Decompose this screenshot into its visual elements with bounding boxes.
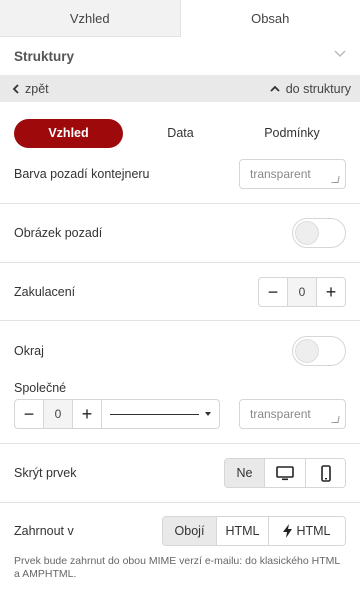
segmented-control: Vzhled Data Podmínky	[0, 102, 360, 160]
lightning-icon	[283, 524, 293, 538]
border-width-stepper[interactable]: − 0 +	[14, 399, 102, 429]
border-settings-row: − 0 + transparent	[0, 399, 360, 429]
section-title: Struktury	[14, 48, 75, 64]
resize-grip-icon	[331, 416, 340, 423]
hide-element-row: Skrýt prvek Ne	[0, 458, 360, 488]
hide-none-button[interactable]: Ne	[225, 459, 264, 487]
divider	[0, 203, 360, 204]
rounding-value[interactable]: 0	[287, 278, 317, 306]
toggle-knob	[295, 339, 319, 363]
background-image-row: Obrázek pozadí	[0, 218, 360, 248]
tab-obsah[interactable]: Obsah	[180, 0, 360, 37]
border-row: Okraj	[0, 336, 360, 366]
include-amphtml-button[interactable]: HTML	[268, 517, 345, 545]
tab-vzhled[interactable]: Vzhled	[0, 0, 181, 37]
include-html-button[interactable]: HTML	[216, 517, 268, 545]
toggle-knob	[295, 221, 319, 245]
up-to-structure-link[interactable]: do struktury	[270, 82, 351, 96]
divider	[0, 320, 360, 321]
divider	[0, 502, 360, 503]
mobile-icon[interactable]	[305, 459, 345, 487]
background-color-picker[interactable]: transparent	[239, 159, 346, 189]
include-both-button[interactable]: Obojí	[163, 517, 216, 545]
background-color-row: Barva pozadí kontejneru transparent	[0, 159, 360, 189]
section-header[interactable]: Struktury	[0, 37, 360, 75]
background-color-value: transparent	[250, 167, 311, 181]
nav-bar: zpět do struktury	[0, 75, 360, 102]
hide-element-options: Ne	[224, 458, 346, 488]
segment-podminky[interactable]: Podmínky	[238, 119, 346, 148]
desktop-icon[interactable]	[264, 459, 305, 487]
back-label: zpět	[25, 81, 49, 96]
include-in-hint: Prvek bude zahrnut do obou MIME verzí e-…	[14, 555, 340, 580]
divider	[0, 443, 360, 444]
border-common-label: Společné	[14, 381, 67, 395]
include-in-label: Zahrnout v	[14, 524, 74, 538]
up-label: do struktury	[285, 81, 351, 96]
line-style-preview	[110, 413, 199, 415]
hide-element-label: Skrýt prvek	[14, 466, 77, 480]
amphtml-label: HTML	[296, 524, 331, 538]
background-color-label: Barva pozadí kontejneru	[14, 167, 150, 181]
plus-button[interactable]: +	[73, 400, 101, 428]
border-color-picker[interactable]: transparent	[239, 399, 346, 429]
include-in-options: Obojí HTML HTML	[162, 516, 346, 546]
border-color-value: transparent	[250, 407, 311, 421]
caret-down-icon	[205, 412, 211, 416]
background-image-toggle[interactable]	[292, 218, 346, 248]
rounding-stepper[interactable]: − 0 +	[258, 277, 346, 307]
border-width-value[interactable]: 0	[43, 400, 73, 428]
segment-vzhled[interactable]: Vzhled	[14, 118, 123, 148]
border-common-row: Společné	[0, 379, 360, 397]
chevron-left-icon	[12, 83, 19, 94]
top-tabs: Vzhled Obsah	[0, 0, 360, 37]
rounding-label: Zakulacení	[14, 285, 76, 299]
border-toggle[interactable]	[292, 336, 346, 366]
background-image-label: Obrázek pozadí	[14, 226, 103, 240]
minus-button[interactable]: −	[15, 400, 43, 428]
divider	[0, 262, 360, 263]
back-link[interactable]: zpět	[12, 82, 49, 96]
border-style-select[interactable]	[102, 399, 220, 429]
border-label: Okraj	[14, 344, 44, 358]
include-in-row: Zahrnout v Obojí HTML HTML	[0, 516, 360, 546]
minus-button[interactable]: −	[259, 278, 287, 306]
segment-data[interactable]: Data	[123, 119, 238, 148]
chevron-down-icon[interactable]	[334, 50, 346, 62]
rounding-row: Zakulacení − 0 +	[0, 277, 360, 307]
resize-grip-icon	[331, 176, 340, 183]
border-width-group: − 0 +	[14, 399, 220, 429]
chevron-up-icon	[270, 85, 280, 92]
plus-button[interactable]: +	[317, 278, 345, 306]
